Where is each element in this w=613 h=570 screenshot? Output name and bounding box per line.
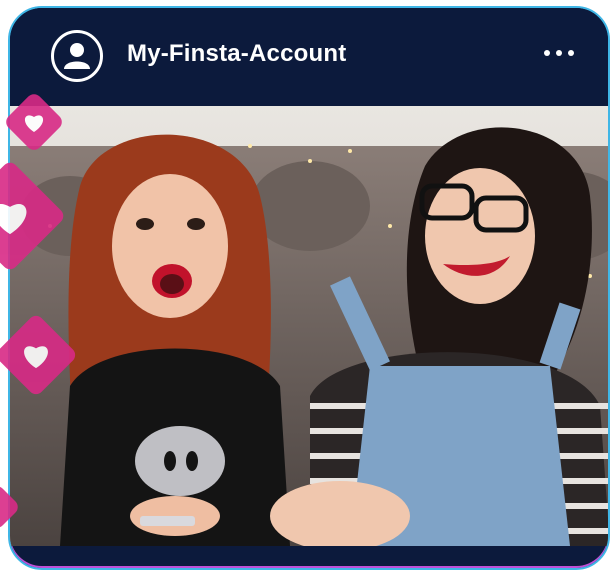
post-header: My-Finsta-Account xyxy=(10,8,608,106)
post-photo[interactable] xyxy=(10,106,608,546)
more-horizontal-icon-dot xyxy=(568,50,574,56)
more-horizontal-icon-dot xyxy=(556,50,562,56)
post-card: My-Finsta-Account xyxy=(8,6,610,570)
more-options-button[interactable] xyxy=(544,46,574,60)
post-photo-illustration xyxy=(10,106,608,546)
heart-icon xyxy=(0,204,27,235)
avatar[interactable] xyxy=(51,30,103,82)
user-icon xyxy=(64,43,90,69)
post-username[interactable]: My-Finsta-Account xyxy=(127,40,346,68)
more-horizontal-icon xyxy=(544,50,550,56)
heart-icon xyxy=(24,346,48,369)
heart-icon xyxy=(24,115,44,132)
